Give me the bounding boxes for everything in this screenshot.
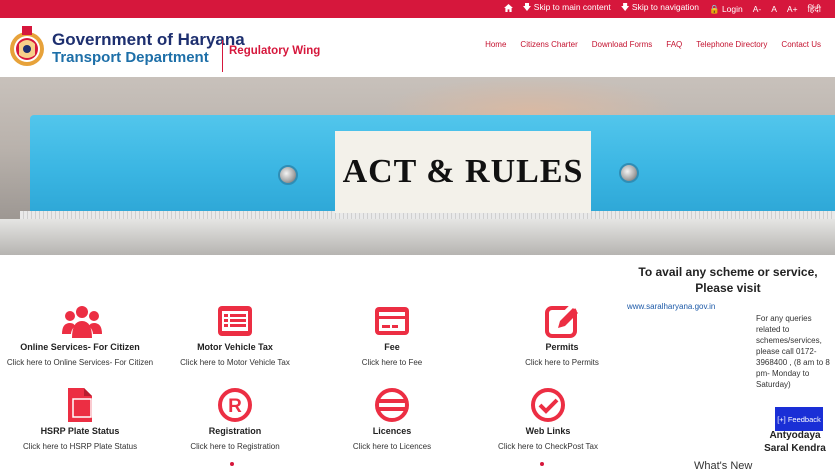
card-subtitle[interactable]: Click here to HSRP Plate Status [0, 442, 160, 451]
nav-citizens-charter[interactable]: Citizens Charter [520, 40, 577, 49]
card-subtitle[interactable]: Click here to Online Services- For Citiz… [0, 358, 160, 367]
scroll-indicator-dot [230, 462, 234, 466]
nav-telephone-directory[interactable]: Telephone Directory [696, 40, 767, 49]
banner-label: ACT & RULES [335, 131, 591, 213]
site-header: Government of Haryana Transport Departme… [0, 18, 835, 76]
font-decrease-button[interactable]: A- [753, 4, 762, 14]
licence-icon [374, 388, 410, 422]
card-motor-vehicle-tax[interactable]: Motor Vehicle Tax Click here to Motor Ve… [155, 304, 315, 367]
home-icon[interactable] [503, 4, 513, 14]
skip-to-navigation-link[interactable]: 🡇 Skip to navigation [621, 2, 699, 16]
card-title[interactable]: HSRP Plate Status [0, 426, 160, 436]
wing-title: Regulatory Wing [229, 45, 321, 57]
card-web-links[interactable]: Web Links Click here to CheckPost Tax [468, 388, 628, 451]
department-title[interactable]: Transport Department [52, 50, 209, 65]
main-navigation: Home Citizens Charter Download Forms FAQ… [485, 40, 821, 49]
binder-ring-left [278, 165, 298, 185]
font-normal-button[interactable]: A [771, 4, 777, 14]
users-icon [62, 304, 102, 338]
list-icon [217, 304, 253, 338]
card-title[interactable]: Online Services- For Citizen [0, 342, 160, 352]
card-subtitle[interactable]: Click here to Motor Vehicle Tax [155, 358, 315, 367]
header-divider [222, 40, 223, 72]
queries-text: For any queries related to schemes/servi… [756, 314, 830, 389]
card-title[interactable]: Licences [312, 426, 472, 436]
credit-card-icon [374, 304, 410, 338]
card-subtitle[interactable]: Click here to Permits [482, 358, 642, 367]
hero-banner: ACT & RULES [0, 77, 835, 255]
skip-to-main-link[interactable]: 🡇 Skip to main content [523, 2, 611, 16]
card-registration[interactable]: R Registration Click here to Registratio… [155, 388, 315, 451]
card-subtitle[interactable]: Click here to Licences [312, 442, 472, 451]
scroll-indicator-dot [540, 462, 544, 466]
binder-shelf [0, 219, 835, 255]
nav-home[interactable]: Home [485, 40, 506, 49]
card-title[interactable]: Motor Vehicle Tax [155, 342, 315, 352]
card-title[interactable]: Registration [155, 426, 315, 436]
hindi-language-link[interactable]: हिंदी [808, 4, 821, 15]
login-link[interactable]: 🔒 Login [709, 4, 743, 15]
check-circle-icon [530, 388, 566, 422]
card-subtitle[interactable]: Click here to Registration [155, 442, 315, 451]
binder-ring-right [619, 163, 639, 183]
font-increase-button[interactable]: A+ [787, 4, 798, 14]
edit-icon [544, 300, 580, 338]
card-online-services[interactable]: Online Services- For Citizen Click here … [0, 304, 160, 367]
scheme-heading: To avail any scheme or service, Please v… [638, 265, 818, 295]
haryana-emblem-logo[interactable] [8, 24, 46, 70]
nav-download-forms[interactable]: Download Forms [592, 40, 652, 49]
document-icon [62, 388, 98, 422]
registered-icon: R [217, 388, 253, 422]
card-title[interactable]: Fee [312, 342, 472, 352]
nav-contact-us[interactable]: Contact Us [781, 40, 821, 49]
top-utility-bar: 🡇 Skip to main content 🡇 Skip to navigat… [0, 0, 835, 18]
card-subtitle[interactable]: Click here to CheckPost Tax [468, 442, 628, 451]
government-title[interactable]: Government of Haryana [52, 31, 245, 48]
whats-new-heading: What's New [694, 460, 753, 472]
svg-text:R: R [228, 396, 242, 417]
card-permits[interactable]: Permits Click here to Permits [482, 300, 642, 367]
card-subtitle[interactable]: Click here to Fee [312, 358, 472, 367]
card-fee[interactable]: Fee Click here to Fee [312, 304, 472, 367]
card-title[interactable]: Permits [482, 342, 642, 352]
nav-faq[interactable]: FAQ [666, 40, 682, 49]
card-title[interactable]: Web Links [468, 426, 628, 436]
card-hsrp-plate-status[interactable]: HSRP Plate Status Click here to HSRP Pla… [0, 388, 160, 451]
feedback-button[interactable]: [+] Feedback [775, 407, 823, 431]
card-licences[interactable]: Licences Click here to Licences [312, 388, 472, 451]
